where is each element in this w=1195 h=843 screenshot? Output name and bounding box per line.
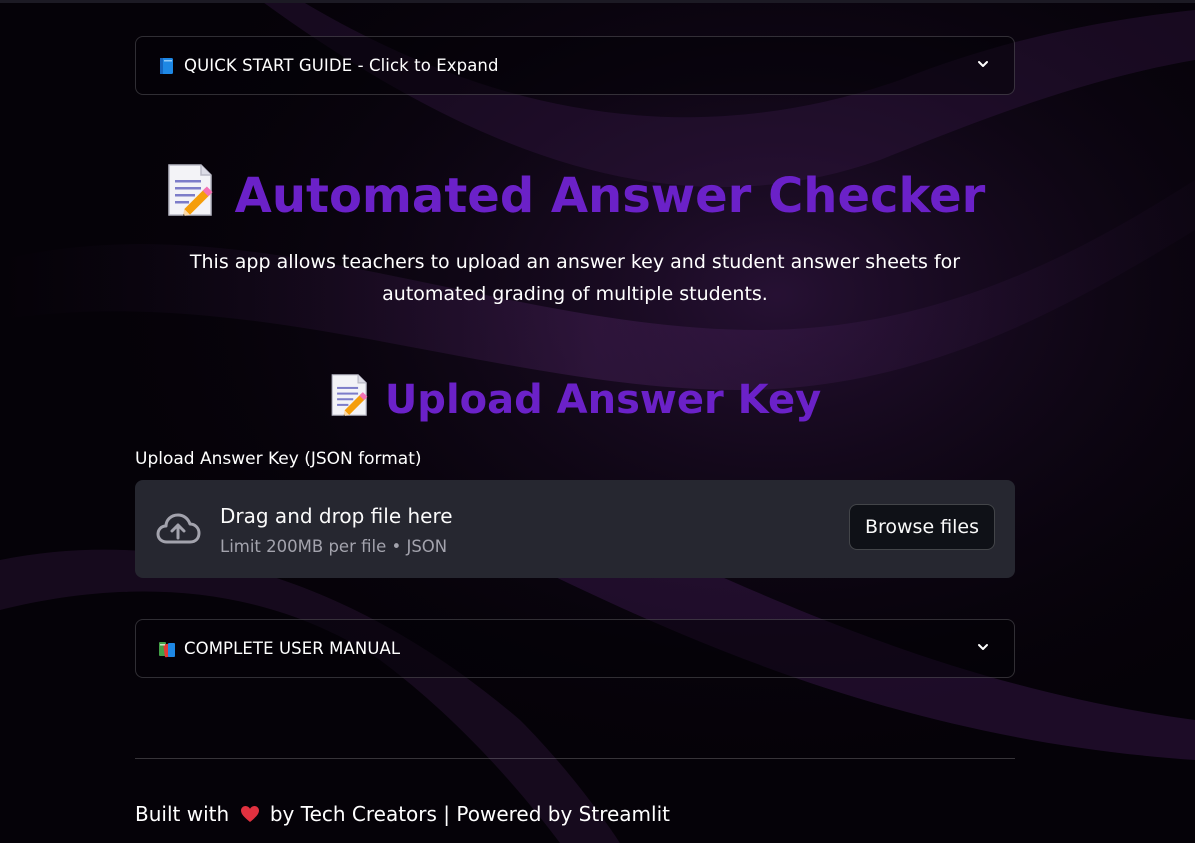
browse-files-button[interactable]: Browse files — [849, 504, 995, 550]
quick-start-expander[interactable]: QUICK START GUIDE - Click to Expand — [135, 36, 1015, 95]
footer: Built with by Tech Creators | Powered by… — [135, 802, 670, 826]
cloud-upload-icon — [156, 513, 201, 544]
blue-book-icon — [158, 57, 176, 75]
heart-icon — [240, 806, 259, 822]
app-description: This app allows teachers to upload an an… — [189, 251, 961, 305]
section-title-text: Upload Answer Key — [384, 377, 822, 423]
page-title: Automated Answer Checker — [135, 162, 1015, 230]
top-border — [0, 0, 1195, 3]
quick-start-label: QUICK START GUIDE - Click to Expand — [184, 56, 499, 75]
chevron-down-icon[interactable] — [976, 640, 990, 654]
page-title-text: Automated Answer Checker — [234, 168, 986, 224]
memo-icon — [165, 162, 217, 230]
uploader-label: Upload Answer Key (JSON format) — [135, 449, 422, 469]
user-manual-label: COMPLETE USER MANUAL — [184, 639, 401, 658]
books-icon — [158, 640, 176, 658]
user-manual-expander[interactable]: COMPLETE USER MANUAL — [135, 619, 1015, 678]
footer-credit: by Tech Creators | Powered by Streamlit — [269, 802, 670, 826]
dropzone-instructions: Drag and drop file here — [220, 504, 453, 528]
footer-divider — [135, 758, 1015, 759]
memo-icon — [329, 372, 371, 428]
footer-built-with: Built with — [135, 802, 230, 826]
file-dropzone[interactable]: Drag and drop file here Limit 200MB per … — [135, 480, 1015, 578]
dropzone-limit: Limit 200MB per file • JSON — [220, 537, 448, 556]
chevron-down-icon[interactable] — [976, 57, 990, 71]
section-title-upload-answer-key: Upload Answer Key — [135, 372, 1015, 428]
